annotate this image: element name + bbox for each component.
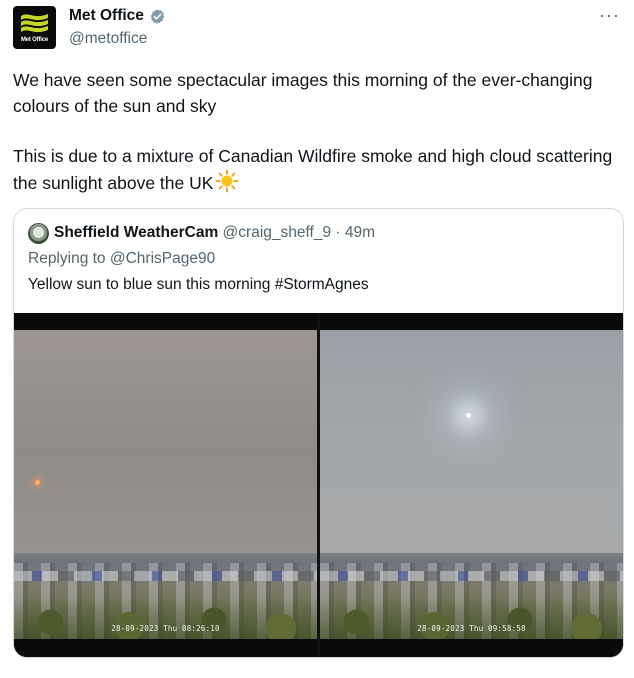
quoted-photo-yellow-sun[interactable]: 28-09-2023 Thu 08:26:10	[14, 313, 317, 657]
quoted-author-handle[interactable]: @craig_sheff_9	[223, 224, 332, 241]
sun-dot	[34, 479, 41, 486]
photo-sky	[14, 330, 317, 557]
more-icon[interactable]: ···	[599, 6, 620, 24]
avatar-logo-text: Met Office	[20, 37, 48, 43]
sun-dot	[466, 413, 471, 418]
camera-timestamp: 28-09-2023 Thu 09:58:58	[417, 624, 526, 633]
quoted-tweet-text: Yellow sun to blue sun this morning #Sto…	[28, 276, 369, 293]
tweet-paragraph-1: We have seen some spectacular images thi…	[13, 70, 593, 116]
quoted-separator: ·	[335, 224, 341, 241]
author-name-row[interactable]: Met Office	[69, 7, 166, 25]
quoted-photo-blue-sun[interactable]: 28-09-2023 Thu 09:58:58	[320, 313, 623, 657]
author-name[interactable]: Met Office	[69, 7, 144, 25]
replying-to-mention[interactable]: @ChrisPage90	[110, 250, 215, 267]
metoffice-avatar[interactable]: Met Office	[13, 6, 56, 49]
verified-badge-icon	[150, 8, 165, 24]
author-handle[interactable]: @metoffice	[69, 30, 147, 48]
tweet-paragraph-2-text: This is due to a mixture of Canadian Wil…	[13, 146, 613, 193]
photo-roofs	[320, 571, 623, 581]
photo-bottom-bar	[320, 639, 623, 657]
camera-timestamp: 28-09-2023 Thu 08:26:10	[111, 624, 220, 633]
replying-to-line: Replying to @ChrisPage90	[28, 250, 215, 268]
quoted-author-name[interactable]: Sheffield WeatherCam	[54, 224, 218, 241]
replying-prefix: Replying to	[28, 250, 110, 267]
quoted-time[interactable]: 49m	[345, 224, 375, 241]
tweet: Met Office Met Office @metoffice ··· We …	[0, 0, 634, 678]
quoted-tweet-header: Sheffield WeatherCam @craig_sheff_9 · 49…	[54, 224, 375, 242]
sun-emoji-icon	[215, 169, 239, 193]
photo-sky	[320, 330, 623, 557]
quoted-author-avatar[interactable]	[28, 223, 49, 244]
quoted-media-grid: 28-09-2023 Thu 08:26:10 28-09-2023 Thu 0…	[14, 313, 623, 657]
photo-bottom-bar	[14, 639, 317, 657]
photo-top-bar	[14, 313, 317, 330]
metoffice-logo-icon	[21, 14, 48, 33]
tweet-text: We have seen some spectacular images thi…	[13, 67, 613, 196]
photo-roofs	[14, 571, 317, 581]
quoted-tweet[interactable]: Sheffield WeatherCam @craig_sheff_9 · 49…	[13, 208, 624, 658]
tweet-paragraph-2: This is due to a mixture of Canadian Wil…	[13, 143, 613, 196]
photo-top-bar	[320, 313, 623, 330]
